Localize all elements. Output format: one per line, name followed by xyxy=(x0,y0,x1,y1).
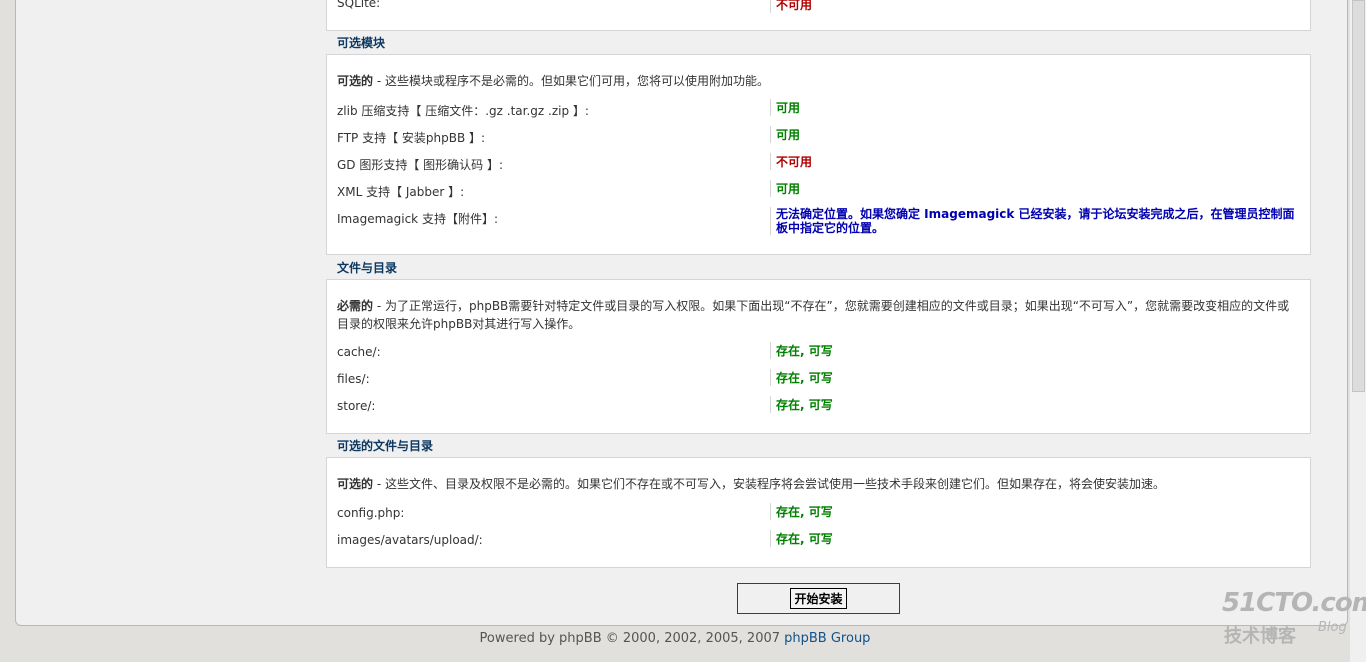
optional-modules-intro: 可选的 - 这些模块或程序不是必需的。但如果它们可用，您将可以使用附加功能。 xyxy=(337,72,1297,90)
row-label-avatars-upload: images/avatars/upload/: xyxy=(337,533,483,547)
vertical-scrollbar[interactable] xyxy=(1349,0,1366,662)
watermark-logo: 51CTO.com xyxy=(1222,588,1366,618)
row-value-config: 存在, 可写 xyxy=(770,503,833,520)
section-title-files-dirs: 文件与目录 xyxy=(337,261,398,275)
row-label-imagemagick: Imagemagick 支持【附件】: xyxy=(337,212,498,226)
row-value-avatars-upload: 存在, 可写 xyxy=(770,530,833,547)
watermark-subtitle: 技术博客 xyxy=(1224,626,1296,647)
intro-text: - 这些文件、目录及权限不是必需的。如果它们不存在或不可写入，安装程序将会尝试使… xyxy=(373,477,1165,491)
row-label-ftp: FTP 支持【 安装phpBB 】: xyxy=(337,131,486,145)
intro-text: - 为了正常运行，phpBB需要针对特定文件或目录的写入权限。如果下面出现“不存… xyxy=(337,299,1290,331)
section-title-optional-modules: 可选模块 xyxy=(337,36,386,50)
row-label: SQLite: xyxy=(337,0,381,10)
files-dirs-intro: 必需的 - 为了正常运行，phpBB需要针对特定文件或目录的写入权限。如果下面出… xyxy=(337,297,1297,333)
row-label-store: store/: xyxy=(337,399,376,413)
row-label-zlib: zlib 压缩支持【 压缩文件：.gz .tar.gz .zip 】: xyxy=(337,104,589,118)
row-label-files: files/: xyxy=(337,372,370,386)
scrollbar-thumb[interactable] xyxy=(1352,0,1365,392)
row-label-cache: cache/: xyxy=(337,345,381,359)
row-value-files: 存在, 可写 xyxy=(770,369,833,386)
footer: Powered by phpBB © 2000, 2002, 2005, 200… xyxy=(0,631,1350,646)
row-value: 不可用 xyxy=(770,0,812,13)
row-value-imagemagick: 无法确定位置。如果您确定 Imagemagick 已经安装，请于论坛安装完成之后… xyxy=(770,207,1301,235)
phpbb-group-link[interactable]: phpBB Group xyxy=(784,631,870,646)
intro-strong: 可选的 xyxy=(337,74,374,88)
row-label-xml: XML 支持【 Jabber 】: xyxy=(337,185,465,199)
submit-area: 开始安装 xyxy=(737,583,900,614)
intro-text: - 这些模块或程序不是必需的。但如果它们可用，您将可以使用附加功能。 xyxy=(373,74,769,88)
section-title-optional-files: 可选的文件与目录 xyxy=(337,439,434,453)
watermark: 51CTO.com 技术博客 Blog xyxy=(1222,588,1366,648)
row-value-zlib: 可用 xyxy=(770,99,800,116)
row-label-gd: GD 图形支持【 图形确认码 】: xyxy=(337,158,504,172)
database-fieldset xyxy=(326,0,1311,31)
row-value-cache: 存在, 可写 xyxy=(770,342,833,359)
row-value-gd: 不可用 xyxy=(770,153,812,170)
watermark-blog: Blog xyxy=(1318,620,1347,635)
row-label-config: config.php: xyxy=(337,506,405,520)
optional-files-intro: 可选的 - 这些文件、目录及权限不是必需的。如果它们不存在或不可写入，安装程序将… xyxy=(337,475,1297,493)
row-value-xml: 可用 xyxy=(770,180,800,197)
footer-text: Powered by phpBB © 2000, 2002, 2005, 200… xyxy=(479,631,785,646)
intro-strong: 必需的 xyxy=(337,299,374,313)
intro-strong: 可选的 xyxy=(337,477,374,491)
row-value-store: 存在, 可写 xyxy=(770,396,833,413)
row-value-ftp: 可用 xyxy=(770,126,800,143)
start-install-button[interactable]: 开始安装 xyxy=(790,588,847,609)
